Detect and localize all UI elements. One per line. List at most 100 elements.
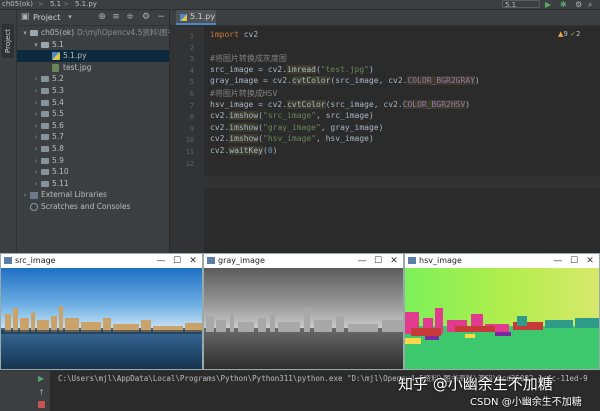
chevron-right-icon[interactable]: › <box>32 143 40 155</box>
minimize-icon[interactable]: — <box>354 254 370 268</box>
chevron-down-icon[interactable]: ▾ <box>65 12 75 22</box>
collapse-all-icon[interactable]: ≑ <box>125 12 135 22</box>
tab-5-1-py[interactable]: 5.1.py <box>176 10 216 25</box>
tool-window-stripe: Project <box>0 10 17 253</box>
chevron-right-icon[interactable]: › <box>32 85 40 97</box>
minimize-icon[interactable]: — <box>153 254 169 268</box>
tree-item[interactable]: › 5.4 <box>17 97 169 109</box>
folder-icon <box>41 157 49 164</box>
line-number-gutter: 1 2 3 4 5 6 7 8 9 10 11 12 <box>170 26 204 253</box>
tree-item-label: 5.2 <box>52 74 64 84</box>
stop-icon[interactable] <box>38 401 45 408</box>
run-icon[interactable]: ▶ <box>545 0 551 9</box>
chevron-right-icon[interactable]: › <box>32 120 40 132</box>
debug-icon[interactable]: ✱ <box>560 0 567 9</box>
hide-icon[interactable]: − <box>156 12 166 22</box>
chevron-down-icon[interactable]: ▾ <box>21 27 29 39</box>
expand-all-icon[interactable]: ≡ <box>111 12 121 22</box>
tree-item-label: ch05(ok) <box>41 28 75 37</box>
breadcrumb-file[interactable]: 5.1.py <box>75 0 97 9</box>
inspection-widget[interactable]: ▲9 ✓2 <box>558 30 580 38</box>
line-number: 8 <box>189 113 194 122</box>
current-line-highlight <box>204 176 600 188</box>
code-line[interactable]: #将图片转换成HSV <box>210 88 277 99</box>
maximize-icon[interactable]: ☐ <box>566 254 582 268</box>
tree-item[interactable]: › 5.8 <box>17 143 169 155</box>
rerun-icon[interactable]: ▶ <box>38 374 44 383</box>
code-line[interactable]: gray_image = cv2.cvtColor(src_image, cv2… <box>210 76 480 86</box>
tree-item[interactable]: › 5.3 <box>17 85 169 97</box>
tree-item[interactable]: 5.1.py <box>17 50 169 63</box>
chevron-right-icon[interactable]: › <box>32 108 40 120</box>
folder-icon <box>41 111 49 118</box>
arrow-up-icon[interactable]: ↑ <box>38 388 45 397</box>
code-token: "gray_image" <box>263 122 321 132</box>
tree-item[interactable]: test.jpg <box>17 62 169 74</box>
breadcrumb-project[interactable]: ch05(ok) <box>2 0 33 9</box>
code-line[interactable]: hsv_image = cv2.cvtColor(src_image, cv2.… <box>210 99 470 109</box>
folder-icon <box>41 88 49 94</box>
tree-item-label: 5.9 <box>52 155 64 165</box>
code-token: cvtColor <box>291 76 331 86</box>
code-token: #将图片转换成HSV <box>210 89 278 98</box>
chevron-right-icon[interactable]: › <box>32 131 40 143</box>
tree-item[interactable]: ▾ 5.1 <box>17 39 169 51</box>
chevron-right-icon[interactable]: › <box>32 97 40 109</box>
line-number: 3 <box>189 55 194 64</box>
project-panel-title[interactable]: Project <box>33 10 60 25</box>
tree-item[interactable]: › External Libraries <box>17 189 169 201</box>
tree-item[interactable]: › 5.2 <box>17 73 169 85</box>
hsv-image-window[interactable]: hsv_image — ☐ ✕ <box>404 253 600 370</box>
close-icon[interactable]: ✕ <box>386 254 402 268</box>
chevron-down-icon[interactable]: ▾ <box>32 39 40 51</box>
tree-item[interactable]: ▾ ch05(ok) D:\mjl\Opencv4.5资料\图书资 <box>17 27 182 39</box>
tree-item[interactable]: › 5.7 <box>17 131 169 143</box>
search-icon[interactable]: ⌕ <box>588 0 592 9</box>
code-line[interactable]: cv2.imshow("gray_image", gray_image) <box>210 122 384 132</box>
code-line[interactable]: #将图片转换成灰度图 <box>210 53 287 64</box>
tree-item-label: Scratches and Consoles <box>41 202 131 211</box>
chevron-right-icon[interactable]: › <box>32 178 40 190</box>
code-line[interactable]: import cv2 <box>210 30 258 39</box>
close-icon[interactable]: ✕ <box>185 254 201 268</box>
settings-icon[interactable]: ⚙ <box>575 0 582 9</box>
window-title-bar[interactable]: gray_image — ☐ ✕ <box>204 254 403 268</box>
line-number: 4 <box>189 66 194 75</box>
code-line[interactable]: cv2.imshow("hsv_image", hsv_image) <box>210 134 374 144</box>
chevron-right-icon[interactable]: › <box>21 189 29 201</box>
tree-item[interactable]: › 5.9 <box>17 155 169 167</box>
maximize-icon[interactable]: ☐ <box>169 254 185 268</box>
code-token: , gray_image) <box>320 122 384 132</box>
window-title-bar[interactable]: hsv_image — ☐ ✕ <box>405 254 599 268</box>
tree-item-label: 5.3 <box>52 86 64 95</box>
gray-image <box>204 268 403 369</box>
tree-item[interactable]: › 5.6 <box>17 120 169 132</box>
run-configuration-select[interactable]: 5.1 <box>502 0 540 9</box>
project-tool-tab[interactable]: Project <box>2 24 14 58</box>
window-title: hsv_image <box>419 256 462 265</box>
breadcrumb-folder[interactable]: 5.1 <box>50 0 61 9</box>
gear-icon[interactable]: ⚙ <box>141 12 151 22</box>
src-image-window[interactable]: src_image — ☐ ✕ <box>0 253 203 370</box>
tree-item[interactable]: › 5.5 <box>17 108 169 120</box>
python-file-icon <box>52 52 60 61</box>
line-number: 11 <box>185 148 194 156</box>
line-number: 1 <box>189 32 194 40</box>
chevron-right-icon[interactable]: › <box>32 73 40 85</box>
window-title-bar[interactable]: src_image — ☐ ✕ <box>1 254 202 268</box>
code-line[interactable]: cv2.waitKey(0) <box>210 146 277 155</box>
close-icon[interactable]: ✕ <box>582 254 598 268</box>
gray-image-window[interactable]: gray_image — ☐ ✕ <box>203 253 404 370</box>
tree-item[interactable]: › 5.11 <box>17 178 169 190</box>
tree-item[interactable]: › 5.10 <box>17 166 169 178</box>
code-line[interactable]: cv2.imshow("src_image", src_image) <box>210 111 374 121</box>
maximize-icon[interactable]: ☐ <box>370 254 386 268</box>
tree-item[interactable]: Scratches and Consoles <box>17 201 169 213</box>
chevron-right-icon[interactable]: › <box>32 166 40 178</box>
locate-icon[interactable]: ⊕ <box>97 12 107 22</box>
code-line[interactable]: src_image = cv2.imread("test.jpg") <box>210 64 374 74</box>
code-token: (src_image, cv2. <box>325 99 403 109</box>
folder-icon <box>41 41 49 48</box>
chevron-right-icon[interactable]: › <box>32 155 40 167</box>
minimize-icon[interactable]: — <box>550 254 566 268</box>
